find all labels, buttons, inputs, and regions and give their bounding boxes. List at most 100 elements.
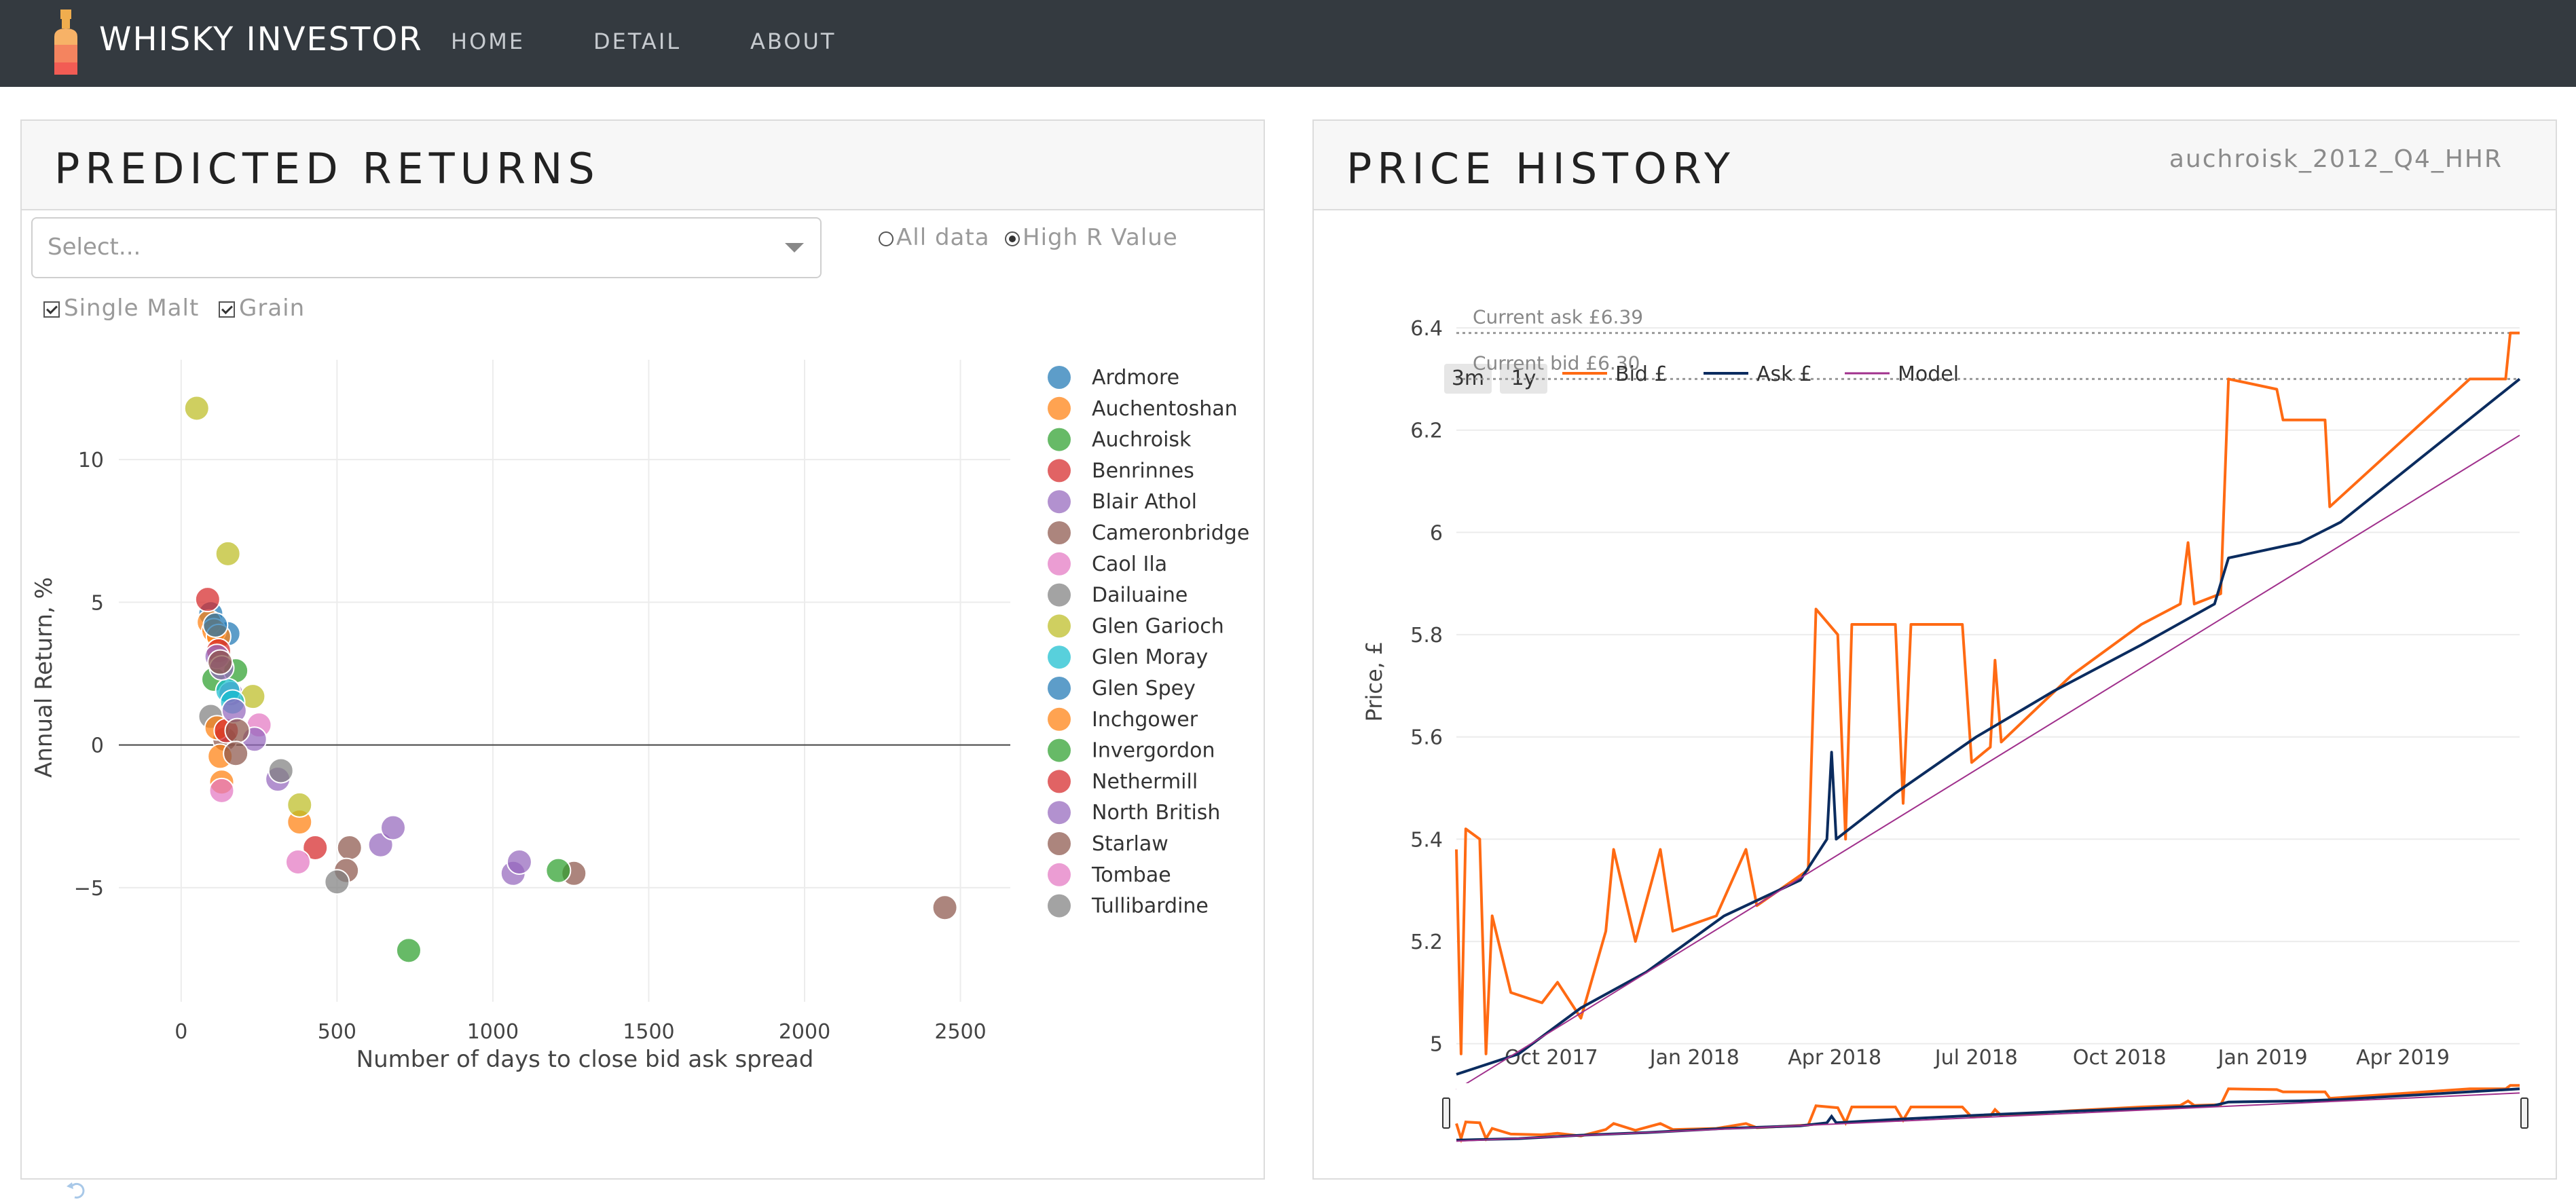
data-point <box>215 540 241 567</box>
y-tick-label: 5 <box>91 591 104 615</box>
navbar: WHISKY INVESTOR HOME DETAIL ABOUT <box>0 0 2576 87</box>
data-point <box>208 777 235 804</box>
legend-label: Auchentoshan <box>1092 397 1238 421</box>
x-tick-label: 2500 <box>934 1020 986 1044</box>
y-tick-label: 6.2 <box>1410 419 1443 443</box>
legend-marker <box>1048 366 1071 389</box>
legend-label: Invergordon <box>1092 739 1215 763</box>
x-tick-label: Jan 2018 <box>1649 1046 1740 1070</box>
nav-home[interactable]: HOME <box>451 29 525 54</box>
legend-label: Tullibardine <box>1091 895 1209 918</box>
y-tick-label: 0 <box>91 734 104 758</box>
nav-detail[interactable]: DETAIL <box>593 29 681 54</box>
legend-marker <box>1048 738 1071 762</box>
legend-marker <box>1048 583 1071 607</box>
x-tick-label: Apr 2019 <box>2356 1046 2450 1070</box>
x-axis-label: Number of days to close bid ask spread <box>356 1046 814 1073</box>
x-tick-label: Oct 2018 <box>2073 1046 2167 1070</box>
x-tick-label: 500 <box>318 1020 356 1044</box>
data-point <box>223 740 249 767</box>
data-point <box>183 395 210 421</box>
data-point <box>194 586 221 613</box>
legend-label: Benrinnes <box>1092 459 1194 483</box>
legend-label: Dailuaine <box>1092 584 1188 607</box>
predicted-returns-card: PREDICTED RETURNS Select... All data Hig… <box>20 119 1265 1180</box>
data-point <box>545 857 572 884</box>
x-tick-label: 0 <box>174 1020 187 1044</box>
x-tick-label: 1000 <box>467 1020 519 1044</box>
legend-marker <box>1048 863 1071 886</box>
data-point <box>287 791 313 818</box>
y-axis-label: Annual Return, % <box>31 577 58 778</box>
y-tick-label: 5.8 <box>1410 624 1443 647</box>
legend-marker <box>1048 832 1071 855</box>
legend-marker <box>1048 801 1071 825</box>
series-line <box>1456 377 2521 1076</box>
legend-label: Ardmore <box>1092 366 1179 390</box>
y-axis-label: Price, £ <box>1361 641 1387 722</box>
returns-scatter-chart[interactable]: 0 500 1000 1500 2000 2500 10 5 0 −5 Number of days… <box>22 121 1264 1178</box>
data-point <box>336 834 363 861</box>
x-tick-label: Jan 2019 <box>2217 1046 2308 1070</box>
legend-marker <box>1048 552 1071 576</box>
legend-label: Cameronbridge <box>1092 521 1249 545</box>
series-line <box>1456 434 2520 1091</box>
y-tick-label: 5.4 <box>1410 828 1443 852</box>
legend-marker <box>1048 490 1071 514</box>
legend-marker <box>1048 614 1071 638</box>
data-point <box>506 848 532 875</box>
x-tick-label: Apr 2018 <box>1788 1046 1881 1070</box>
legend-marker <box>1048 894 1071 918</box>
y-tick-label: 6.4 <box>1410 317 1443 341</box>
y-tick-label: −5 <box>74 877 104 901</box>
legend-label: Caol Ila <box>1092 552 1167 576</box>
legend-marker <box>1048 770 1071 793</box>
legend-marker <box>1048 645 1071 669</box>
whisky-bottle-icon <box>54 10 77 75</box>
data-point <box>932 895 958 921</box>
data-point <box>380 814 406 841</box>
legend-label: Nethermill <box>1092 770 1198 793</box>
legend-label: Model <box>1898 362 1959 386</box>
data-point <box>395 937 422 964</box>
data-point <box>268 757 294 784</box>
data-point <box>207 649 234 675</box>
range-slider-handle-left <box>1442 1097 1450 1129</box>
y-tick-label: 10 <box>78 449 104 472</box>
series-line <box>1455 331 2520 1055</box>
legend-label: Inchgower <box>1092 708 1198 732</box>
x-tick-label: Oct 2017 <box>1505 1046 1598 1070</box>
legend-label: Bid £ <box>1615 362 1668 386</box>
legend-label: Auchroisk <box>1092 428 1192 452</box>
legend-label: Glen Moray <box>1092 645 1208 669</box>
data-point <box>224 717 251 744</box>
y-tick-label: 5.6 <box>1410 726 1443 750</box>
legend-label: Glen Spey <box>1092 677 1196 700</box>
legend-marker <box>1048 428 1071 451</box>
legend-label: Blair Athol <box>1092 490 1197 514</box>
legend-label: Tombae <box>1091 863 1171 887</box>
nav-about[interactable]: ABOUT <box>750 29 836 54</box>
x-tick-label: 2000 <box>779 1020 830 1044</box>
price-history-card: PRICE HISTORY auchroisk_2012_Q4_HHR 3m 1… <box>1312 119 2557 1180</box>
data-point <box>284 848 311 875</box>
data-point <box>202 612 229 639</box>
legend-label: North British <box>1092 801 1220 825</box>
y-tick-label: 5.2 <box>1410 931 1443 954</box>
reference-annotation: Current ask £6.39 <box>1473 306 1643 328</box>
app-title[interactable]: WHISKY INVESTOR <box>99 20 423 58</box>
x-tick-label: 1500 <box>623 1020 674 1044</box>
legend-marker <box>1048 707 1071 731</box>
legend-marker <box>1048 521 1071 544</box>
price-history-chart[interactable]: 5 5.2 5.4 5.6 5.8 6 6.2 6.4 Oct 2017 Jan 2018 Apr … <box>1314 121 2556 1178</box>
legend-label: Starlaw <box>1092 832 1169 856</box>
data-point <box>324 869 350 895</box>
legend-label: Glen Garioch <box>1092 614 1224 638</box>
range-slider-handle-right <box>2520 1097 2528 1129</box>
legend-marker <box>1048 459 1071 483</box>
x-tick-label: Jul 2018 <box>1934 1046 2018 1070</box>
legend-label: Ask £ <box>1756 362 1812 386</box>
y-tick-label: 6 <box>1430 521 1443 545</box>
undo-icon[interactable] <box>65 1180 88 1200</box>
legend-marker <box>1048 677 1071 700</box>
